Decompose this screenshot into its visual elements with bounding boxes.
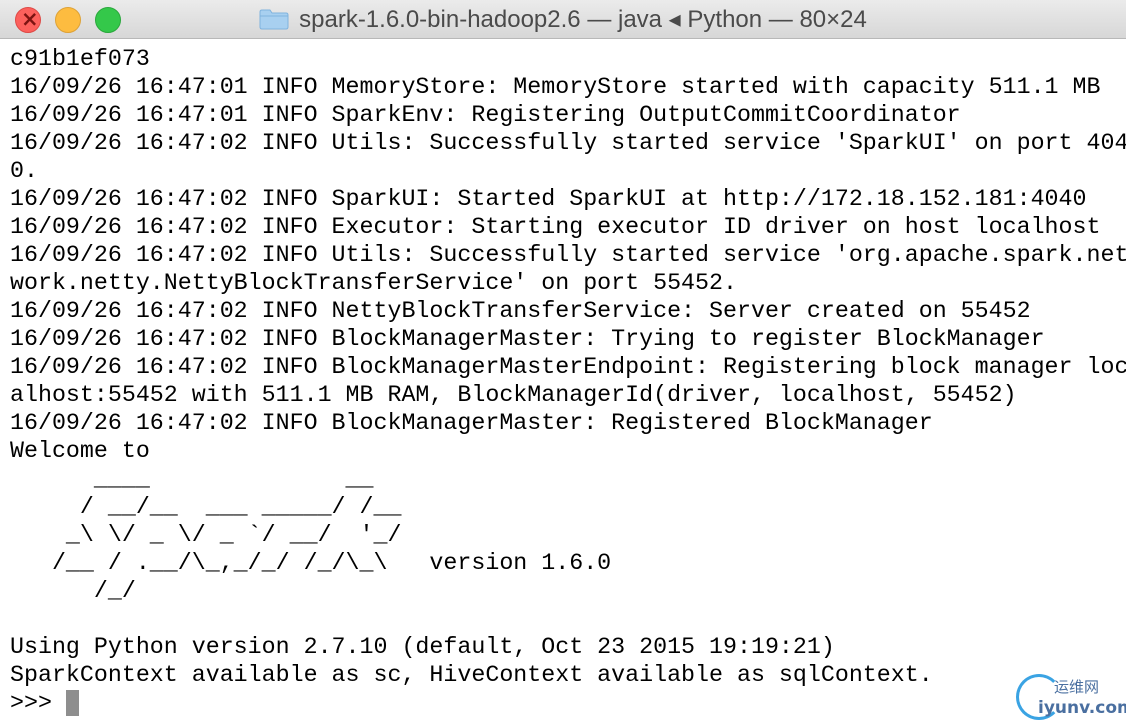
log-line: 16/09/26 16:47:02 INFO SparkUI: Started … xyxy=(10,186,1087,212)
banner-line: / __/__ ___ _____/ /__ xyxy=(10,494,402,520)
log-line: 16/09/26 16:47:02 INFO BlockManagerMaste… xyxy=(10,354,1126,380)
log-line: work.netty.NettyBlockTransferService' on… xyxy=(10,270,737,296)
banner-line: _\ \/ _ \/ _ `/ __/ '_/ xyxy=(10,522,402,548)
title-bar[interactable]: spark-1.6.0-bin-hadoop2.6 — java ◂ Pytho… xyxy=(0,0,1126,39)
footer-line: SparkContext available as sc, HiveContex… xyxy=(10,662,933,688)
log-line: 16/09/26 16:47:02 INFO NettyBlockTransfe… xyxy=(10,298,1031,324)
banner-line: /__ / .__/\_,_/_/ /_/\_\ version 1.6.0 xyxy=(10,550,612,576)
log-line: 16/09/26 16:47:01 INFO MemoryStore: Memo… xyxy=(10,74,1101,100)
prompt-line[interactable]: >>> xyxy=(10,689,1126,717)
text-cursor xyxy=(65,690,79,716)
watermark-logo: 运维网 iyunv.com xyxy=(1016,672,1126,724)
blank-line xyxy=(10,605,1126,633)
spark-banner: ____ __ / __/__ ___ _____/ /__ _\ \/ _ \… xyxy=(10,465,1126,605)
log-line: 16/09/26 16:47:02 INFO Utils: Successful… xyxy=(10,130,1126,156)
banner-line: /_/ xyxy=(10,578,136,604)
folder-icon xyxy=(259,8,289,30)
python-prompt: >>> xyxy=(10,690,52,716)
footer-line: Using Python version 2.7.10 (default, Oc… xyxy=(10,634,835,660)
window-title: spark-1.6.0-bin-hadoop2.6 — java ◂ Pytho… xyxy=(299,5,867,33)
log-line: Welcome to xyxy=(10,438,150,464)
watermark-en-text: iyunv.com xyxy=(1038,698,1126,718)
log-lines: c91b1ef073 16/09/26 16:47:01 INFO MemoryS… xyxy=(10,45,1126,465)
log-line: alhost:55452 with 511.1 MB RAM, BlockMan… xyxy=(10,382,1017,408)
terminal-output[interactable]: c91b1ef073 16/09/26 16:47:01 INFO MemoryS… xyxy=(0,39,1126,726)
terminal-window: spark-1.6.0-bin-hadoop2.6 — java ◂ Pytho… xyxy=(0,0,1126,726)
log-line: 16/09/26 16:47:02 INFO Utils: Successful… xyxy=(10,242,1126,268)
footer-lines: Using Python version 2.7.10 (default, Oc… xyxy=(10,633,1126,689)
log-line: 16/09/26 16:47:02 INFO Executor: Startin… xyxy=(10,214,1101,240)
watermark-cn-text: 运维网 xyxy=(1054,678,1100,696)
banner-line: ____ __ xyxy=(10,466,374,492)
log-line: c91b1ef073 xyxy=(10,46,150,72)
log-line: 16/09/26 16:47:01 INFO SparkEnv: Registe… xyxy=(10,102,961,128)
log-line: 16/09/26 16:47:02 INFO BlockManagerMaste… xyxy=(10,410,933,436)
log-line: 0. xyxy=(10,158,38,184)
title-container: spark-1.6.0-bin-hadoop2.6 — java ◂ Pytho… xyxy=(0,0,1126,38)
log-line: 16/09/26 16:47:02 INFO BlockManagerMaste… xyxy=(10,326,1045,352)
